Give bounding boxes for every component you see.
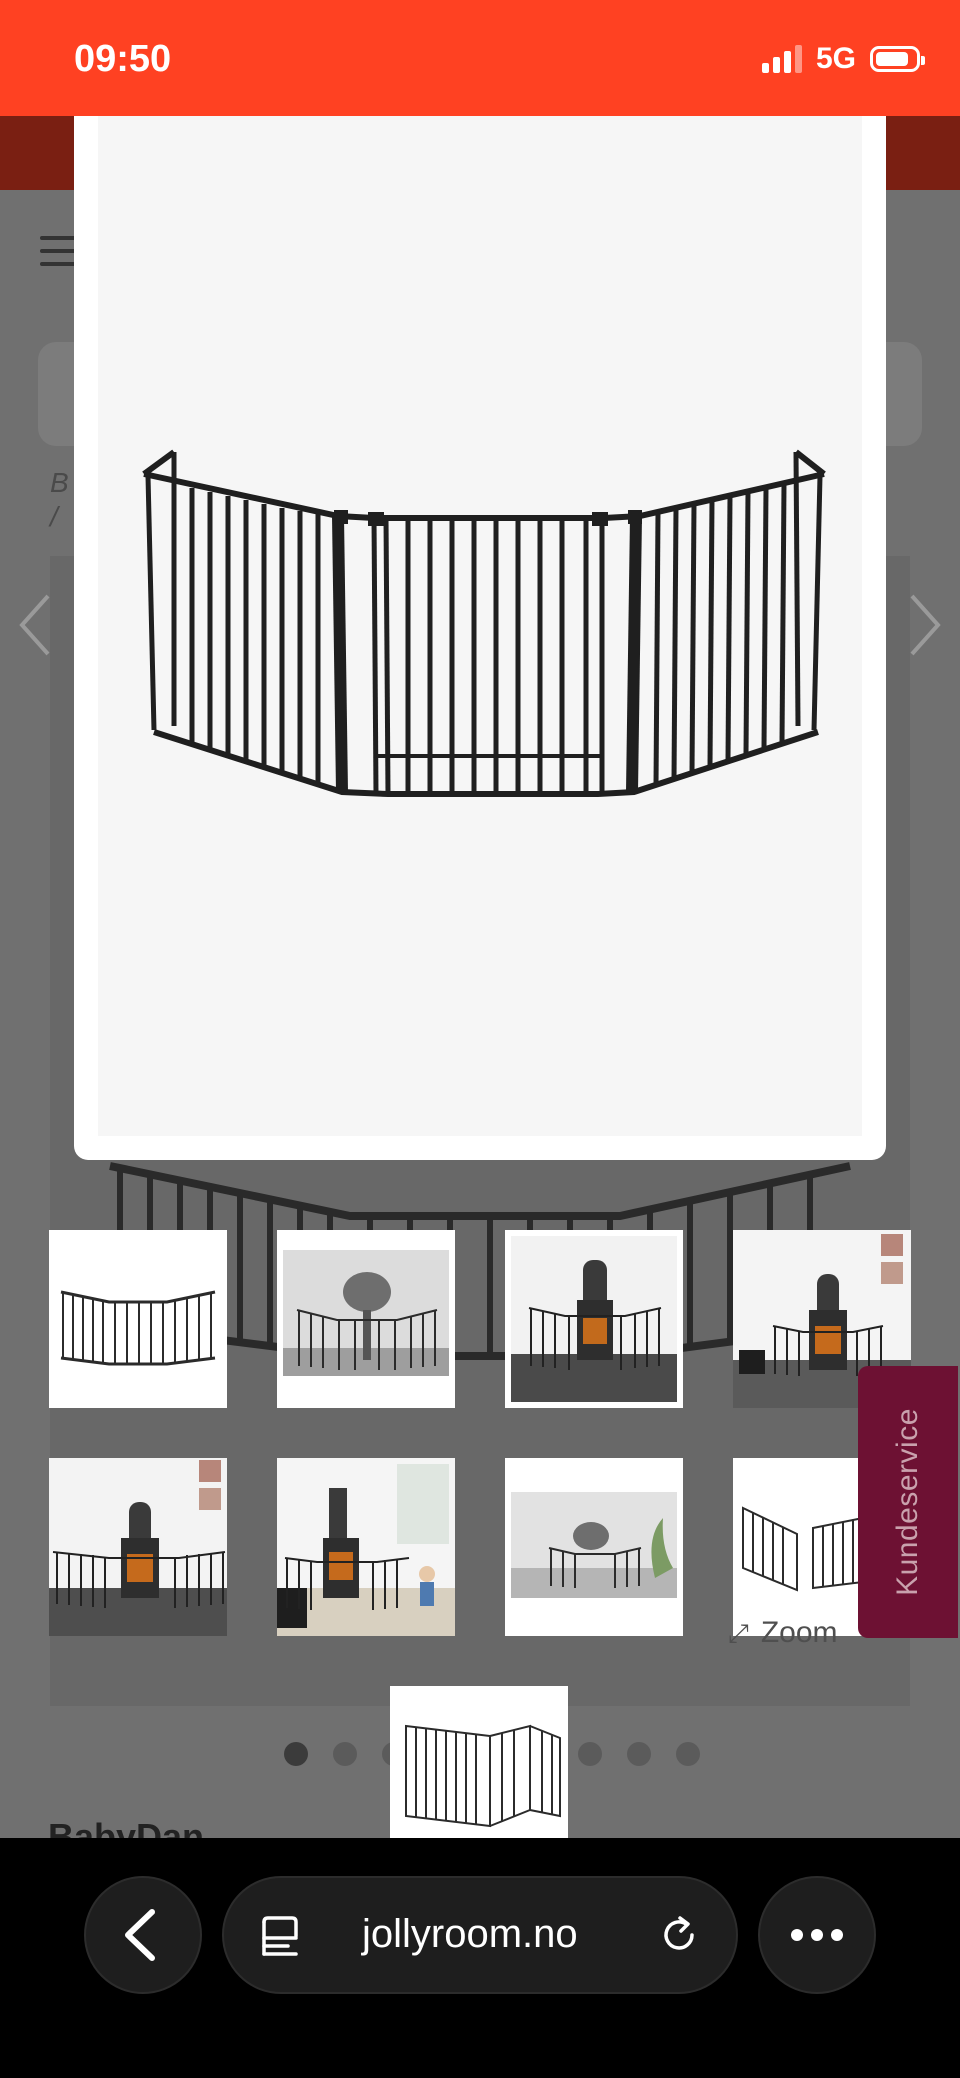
carousel-dot[interactable] (676, 1742, 700, 1766)
chevron-right-icon (910, 594, 941, 656)
more-icon (791, 1929, 843, 1941)
gate-thumbnail-image (49, 1230, 227, 1408)
thumbnail-2[interactable] (277, 1230, 455, 1408)
child-stove-thumbnail-image (277, 1458, 455, 1636)
tabs-icon (262, 1916, 298, 1956)
browser-back-button[interactable] (84, 1876, 202, 1994)
dragged-thumbnail[interactable] (390, 1686, 568, 1838)
reload-icon[interactable] (656, 1912, 702, 1958)
status-bar: 09:50 5G (0, 0, 960, 116)
back-icon (125, 1909, 155, 1961)
browser-toolbar: jollyroom.no (0, 1838, 960, 2078)
carousel-dot[interactable] (284, 1742, 308, 1766)
zoom-icon: ⤢ (728, 1618, 749, 1648)
url-text: jollyroom.no (362, 1912, 578, 1956)
grill-outdoor-thumbnail-image (505, 1458, 683, 1636)
breadcrumb-separator: / (50, 501, 58, 532)
gallery-next-arrow[interactable] (904, 590, 944, 660)
menu-icon[interactable] (40, 236, 78, 266)
network-type: 5G (815, 42, 856, 75)
fireplace-gate-large-image (98, 116, 862, 1136)
gallery-prev-arrow[interactable] (16, 590, 56, 660)
address-bar[interactable]: jollyroom.no (222, 1876, 738, 1994)
stove-gate-thumbnail-image (505, 1230, 683, 1408)
modal-image-area[interactable] (98, 116, 862, 1136)
thumbnail-1[interactable] (49, 1230, 227, 1408)
customer-service-label: Kundeservice (891, 1408, 924, 1596)
thumbnail-6[interactable] (277, 1458, 455, 1636)
stove-wide-thumbnail-image (49, 1458, 227, 1636)
browser-more-button[interactable] (758, 1876, 876, 1994)
zoom-button[interactable]: ⤢ Zoom (728, 1616, 838, 1650)
zoom-label: Zoom (760, 1616, 838, 1649)
signal-icon (761, 45, 802, 73)
carousel-dot[interactable] (578, 1742, 602, 1766)
chevron-left-icon (19, 594, 50, 656)
breadcrumb: B / (50, 466, 69, 534)
status-icons: 5G (761, 42, 925, 76)
status-time: 09:50 (74, 38, 172, 80)
battery-icon (870, 46, 925, 72)
grill-gate-thumbnail-image (277, 1230, 455, 1408)
carousel-dot[interactable] (627, 1742, 651, 1766)
breadcrumb-item[interactable]: B (50, 466, 69, 500)
thumbnail-3[interactable] (505, 1230, 683, 1408)
customer-service-tab[interactable]: Kundeservice (858, 1366, 958, 1638)
thumbnail-5[interactable] (49, 1458, 227, 1636)
carousel-dot[interactable] (333, 1742, 357, 1766)
image-modal[interactable] (74, 116, 886, 1160)
thumbnail-7[interactable] (505, 1458, 683, 1636)
gate-panels-thumbnail-image (390, 1686, 568, 1838)
